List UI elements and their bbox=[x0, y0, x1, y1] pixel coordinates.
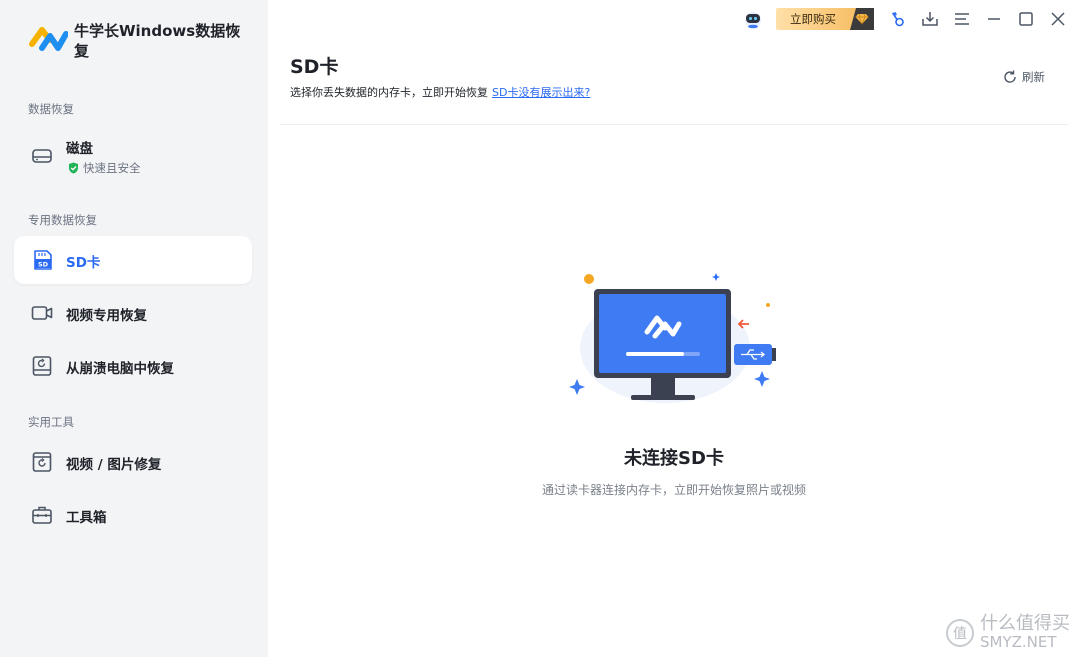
main-panel: 立即购买 SD卡 选择你丢失数据的内存卡，立即开始恢复 SD卡没有展示出来? 刷… bbox=[268, 0, 1080, 657]
video-camera-icon bbox=[31, 306, 53, 320]
key-icon[interactable] bbox=[886, 8, 908, 30]
empty-state-description: 通过读卡器连接内存卡，立即开始恢复照片或视频 bbox=[541, 483, 806, 497]
page-title: SD卡 bbox=[290, 56, 339, 78]
empty-state-title: 未连接SD卡 bbox=[624, 448, 724, 469]
sidebar: 牛学长Windows数据恢复 数据恢复 磁盘 快速且安全 专用数据恢复 SD S… bbox=[0, 0, 268, 657]
diamond-icon bbox=[850, 8, 874, 30]
crashed-pc-icon bbox=[32, 356, 52, 376]
page-description-text: 选择你丢失数据的内存卡，立即开始恢复 bbox=[290, 86, 488, 99]
maximize-icon[interactable] bbox=[1015, 8, 1037, 30]
header-divider bbox=[280, 124, 1068, 125]
sidebar-item-label: 磁盘 bbox=[66, 141, 93, 157]
svg-text:SD: SD bbox=[38, 260, 49, 268]
menu-icon[interactable] bbox=[951, 8, 973, 30]
sidebar-item-media-repair[interactable]: 视频 / 图片修复 bbox=[14, 438, 252, 486]
robot-assistant-icon[interactable] bbox=[742, 8, 764, 30]
sidebar-item-label: 视频 / 图片修复 bbox=[66, 457, 162, 473]
app-title: 牛学长Windows数据恢复 bbox=[74, 22, 241, 60]
section-label-data-recovery: 数据恢复 bbox=[28, 102, 74, 116]
section-label-special: 专用数据恢复 bbox=[28, 213, 97, 227]
minimize-icon[interactable] bbox=[983, 8, 1005, 30]
sidebar-item-label: 视频专用恢复 bbox=[66, 308, 147, 324]
watermark-logo-icon: 值 bbox=[946, 619, 974, 647]
watermark: 值 什么值得买 SMYZ.NET bbox=[946, 615, 1070, 651]
watermark-text: 什么值得买 bbox=[980, 613, 1070, 634]
sidebar-item-label: SD卡 bbox=[66, 255, 101, 271]
sidebar-item-video-recovery[interactable]: 视频专用恢复 bbox=[14, 289, 252, 337]
download-icon[interactable] bbox=[919, 8, 941, 30]
sd-card-help-link[interactable]: SD卡没有展示出来? bbox=[492, 86, 590, 99]
buy-now-button[interactable]: 立即购买 bbox=[776, 8, 874, 30]
watermark-sub: SMYZ.NET bbox=[980, 633, 1057, 651]
sidebar-item-label: 工具箱 bbox=[66, 510, 107, 526]
disk-subtitle: 快速且安全 bbox=[68, 160, 141, 176]
media-repair-icon bbox=[32, 452, 52, 472]
refresh-button[interactable]: 刷新 bbox=[1002, 69, 1045, 85]
no-sd-card-illustration bbox=[569, 273, 776, 403]
refresh-label: 刷新 bbox=[1022, 70, 1045, 84]
section-label-tools: 实用工具 bbox=[28, 415, 74, 429]
buy-now-label: 立即购买 bbox=[790, 12, 836, 26]
sidebar-item-disk[interactable]: 磁盘 快速且安全 bbox=[14, 124, 252, 186]
disk-subtitle-text: 快速且安全 bbox=[83, 161, 141, 175]
page-description: 选择你丢失数据的内存卡，立即开始恢复 SD卡没有展示出来? bbox=[290, 84, 590, 100]
disk-icon bbox=[32, 149, 52, 163]
toolbox-icon bbox=[32, 506, 52, 524]
sd-card-icon: SD bbox=[34, 250, 52, 270]
app-logo-icon bbox=[29, 27, 68, 51]
sidebar-item-crashed-pc[interactable]: 从崩溃电脑中恢复 bbox=[14, 342, 252, 390]
sidebar-item-sd-card[interactable]: SD SD卡 bbox=[14, 236, 252, 284]
sidebar-item-toolbox[interactable]: 工具箱 bbox=[14, 491, 252, 539]
refresh-icon bbox=[1004, 70, 1016, 83]
shield-check-icon bbox=[69, 162, 78, 174]
sidebar-item-label: 从崩溃电脑中恢复 bbox=[66, 361, 174, 377]
close-icon[interactable] bbox=[1047, 8, 1069, 30]
